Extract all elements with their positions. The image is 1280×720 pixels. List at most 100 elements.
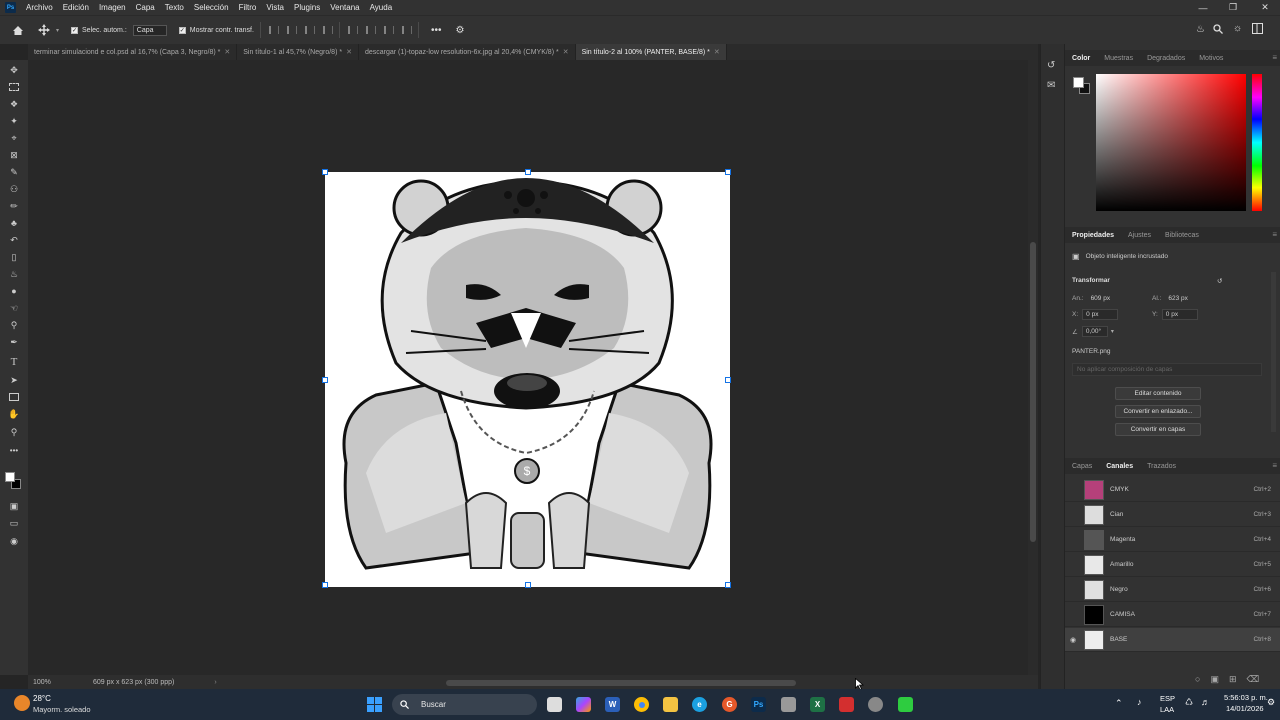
smudge-tool-icon[interactable]: ☜ — [7, 302, 21, 314]
transform-handle[interactable] — [322, 377, 328, 383]
app-g-icon[interactable]: G — [722, 697, 737, 712]
reset-transform-icon[interactable]: ↺ — [1217, 277, 1222, 285]
tab-adjustments[interactable]: Ajustes — [1121, 232, 1158, 239]
close-icon[interactable]: ✕ — [1250, 0, 1280, 15]
tab-properties[interactable]: Propiedades — [1065, 232, 1121, 239]
wifi-icon[interactable]: ♺ — [1185, 697, 1193, 708]
layer-comp-dropdown[interactable]: No aplicar composición de capas — [1072, 363, 1262, 376]
paint-bucket-tool-icon[interactable]: ♨ — [7, 268, 21, 280]
align-right-icon[interactable] — [304, 26, 315, 34]
transform-handle[interactable] — [725, 169, 731, 175]
blur-tool-icon[interactable]: ● — [7, 285, 21, 297]
panel-menu-icon[interactable]: ≡ — [1272, 230, 1277, 239]
stamp-tool-icon[interactable]: ♣ — [7, 217, 21, 229]
tab-patterns[interactable]: Motivos — [1192, 55, 1230, 62]
dodge-tool-icon[interactable]: ⚲ — [7, 319, 21, 331]
menu-edicion[interactable]: Edición — [58, 3, 94, 12]
channel-row[interactable]: CMYK Ctrl+2 — [1065, 478, 1280, 502]
distribute-icon[interactable] — [322, 26, 333, 34]
eyedropper-tool-icon[interactable]: ✎ — [7, 166, 21, 178]
horizontal-scrollbar[interactable] — [446, 680, 796, 686]
menu-vista[interactable]: Vista — [261, 3, 289, 12]
width-field[interactable]: 609 px — [1088, 294, 1124, 303]
object-select-tool-icon[interactable]: ✦ — [7, 115, 21, 127]
zoom-tool-icon[interactable]: ⚲ — [7, 426, 21, 438]
hand-tool-icon[interactable]: ✋ — [7, 408, 21, 420]
menu-filtro[interactable]: Filtro — [234, 3, 262, 12]
panel-menu-icon[interactable]: ≡ — [1272, 53, 1277, 62]
tab-color[interactable]: Color — [1065, 55, 1097, 62]
auto-select-target-dropdown[interactable]: Capa — [132, 24, 167, 36]
angle-field[interactable]: 0,00° — [1081, 326, 1108, 337]
lasso-tool-icon[interactable]: ❖ — [7, 98, 21, 110]
tab-swatches[interactable]: Muestras — [1097, 55, 1140, 62]
edge-icon[interactable]: e — [692, 697, 707, 712]
anydesk-icon[interactable] — [839, 697, 854, 712]
channel-row[interactable]: Negro Ctrl+6 — [1065, 578, 1280, 602]
brush-tool-icon[interactable]: ✏ — [7, 200, 21, 212]
frame-tool-icon[interactable]: ⊠ — [7, 149, 21, 161]
tab-gradients[interactable]: Degradados — [1140, 55, 1192, 62]
crop-tool-icon[interactable]: ⌖ — [7, 132, 21, 144]
chevron-up-icon[interactable]: ⌃ — [1115, 698, 1123, 709]
menu-texto[interactable]: Texto — [160, 3, 189, 12]
y-field[interactable]: 0 px — [1161, 309, 1198, 320]
menu-imagen[interactable]: Imagen — [94, 3, 131, 12]
channel-row[interactable]: Magenta Ctrl+4 — [1065, 528, 1280, 552]
tab-document-2[interactable]: Sin título-1 al 45,7% (Negro/8) * ✕ — [237, 44, 359, 60]
calculator-icon[interactable] — [781, 697, 796, 712]
load-selection-icon[interactable]: ○ — [1195, 674, 1200, 685]
vertical-scrollbar[interactable] — [1028, 60, 1038, 675]
channel-row[interactable]: Cian Ctrl+3 — [1065, 503, 1280, 527]
chrome-icon[interactable] — [634, 697, 649, 712]
language-secondary[interactable]: LAA — [1160, 705, 1174, 714]
healing-brush-tool-icon[interactable]: ⚇ — [7, 183, 21, 195]
color-field[interactable] — [1096, 74, 1246, 211]
gear-icon[interactable]: ⚙ — [455, 25, 464, 36]
move-tool-icon[interactable]: ✥ — [7, 64, 21, 76]
menu-seleccion[interactable]: Selección — [189, 3, 234, 12]
document-canvas[interactable]: $ — [322, 169, 731, 588]
tab-document-1[interactable]: terminar simulaciond e col.psd al 16,7% … — [28, 44, 238, 60]
height-field[interactable]: 623 px — [1165, 294, 1201, 303]
close-icon[interactable]: ✕ — [224, 48, 230, 56]
tab-channels[interactable]: Canales — [1099, 463, 1140, 470]
close-icon[interactable]: ✕ — [563, 48, 569, 56]
menu-archivo[interactable]: Archivo — [21, 3, 58, 12]
screen-mode-icon[interactable]: ▭ — [7, 517, 21, 529]
path-selection-tool-icon[interactable]: ➤ — [7, 374, 21, 386]
edit-contents-button[interactable]: Editar contenido — [1115, 387, 1201, 400]
show-transform-checkbox[interactable]: ✓ Mostrar contr. transf. — [178, 26, 254, 34]
transform-handle[interactable] — [322, 169, 328, 175]
transform-handle[interactable] — [725, 582, 731, 588]
transform-handle[interactable] — [525, 582, 531, 588]
chevron-down-icon[interactable]: ▾ — [1111, 328, 1114, 335]
clock-date[interactable]: 14/01/2026 — [1226, 704, 1264, 713]
eye-icon[interactable]: ◉ — [1065, 636, 1081, 644]
distribute-vertical-icon[interactable] — [401, 26, 412, 34]
taskbar-search[interactable]: Buscar — [392, 694, 537, 715]
channel-row[interactable]: ◉ BASE Ctrl+8 — [1065, 628, 1280, 652]
align-middle-icon[interactable] — [365, 26, 376, 34]
align-top-icon[interactable] — [347, 26, 358, 34]
word-icon[interactable]: W — [605, 697, 620, 712]
menu-capa[interactable]: Capa — [131, 3, 160, 12]
more-options-icon[interactable]: ••• — [431, 25, 442, 36]
weather-temp[interactable]: 28°C — [33, 694, 51, 703]
sun-icon[interactable]: ☼ — [1233, 23, 1242, 34]
excel-icon[interactable]: X — [810, 697, 825, 712]
menu-ayuda[interactable]: Ayuda — [365, 3, 398, 12]
photoshop-taskbar-icon[interactable]: Ps — [751, 697, 766, 712]
save-selection-icon[interactable]: ▣ — [1210, 674, 1219, 685]
notifications-icon[interactable]: ⚙ — [1267, 697, 1275, 708]
trash-icon[interactable]: ⌫ — [1247, 674, 1260, 685]
pen-tool-icon[interactable]: ✒ — [7, 336, 21, 348]
scrollbar-thumb[interactable] — [1030, 242, 1036, 542]
search-icon[interactable] — [1213, 24, 1223, 34]
restore-icon[interactable]: ❐ — [1218, 0, 1248, 15]
eraser-tool-icon[interactable]: ▯ — [7, 251, 21, 263]
home-icon[interactable] — [12, 25, 24, 36]
auto-select-checkbox[interactable]: ✓ Selec. autom.: — [71, 26, 127, 34]
rectangle-tool-icon[interactable] — [7, 391, 21, 403]
language-primary[interactable]: ESP — [1160, 694, 1175, 703]
